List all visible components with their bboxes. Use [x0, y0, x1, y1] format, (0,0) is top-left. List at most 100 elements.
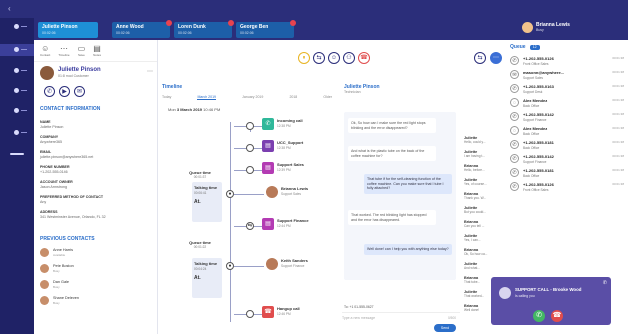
call-button[interactable]: ✆ — [44, 86, 55, 97]
rail-item-icon[interactable] — [14, 88, 19, 93]
more-options-icon[interactable]: ⋯ — [147, 68, 153, 75]
rail-item-icon[interactable] — [14, 130, 19, 135]
list-item[interactable]: Juliette And what... — [464, 262, 504, 270]
timeline-tab[interactable]: Today — [162, 95, 171, 100]
field-label: COMPANY — [40, 135, 59, 139]
toolbar-save[interactable]: ▭ Save — [78, 44, 86, 57]
avatar — [266, 186, 278, 198]
event-ucc-support[interactable]: ▤ UCC_Support 12:38 PM — [262, 140, 326, 154]
timeline-tab[interactable]: January 2019 — [242, 95, 263, 100]
rail-item-icon[interactable] — [14, 47, 19, 52]
toolbar-notes[interactable]: ▤ Notes — [93, 44, 101, 57]
timeline-tab[interactable]: 2018 — [289, 95, 297, 100]
user-profile[interactable]: Brianna Lewis Busy — [522, 22, 608, 33]
phone-icon: ✆ — [510, 140, 519, 149]
timeline-node — [246, 122, 254, 130]
contact-panel: ☺ Contact ⋯ Timeline ▭ Save ▤ Notes Juliette… — [34, 40, 158, 334]
incoming-call-popup: ✆ SUPPORT CALL - Brooke Wood Is calling … — [491, 277, 611, 325]
send-button[interactable]: Send — [434, 324, 456, 332]
timeline-tab[interactable]: March 2019 — [197, 95, 216, 100]
transfer-button[interactable]: ⇆ — [313, 52, 325, 64]
dialpad-button[interactable]: ⋯ — [490, 52, 502, 64]
chat-message: That tube if for the self-cleaning funct… — [364, 174, 452, 195]
queue-item[interactable]: ✆ +1-202-555-0142 Support Finance 00:01:38 — [510, 154, 626, 166]
queue-item[interactable]: ✆ +1-202-555-0126 Front Office Sales 00:01:… — [510, 56, 626, 68]
back-icon[interactable]: ‹ — [8, 4, 11, 13]
rail-item-icon[interactable] — [14, 68, 19, 73]
phone-icon: ✆ — [262, 118, 274, 130]
avatar — [40, 296, 49, 305]
left-rail — [0, 18, 34, 334]
swap-button[interactable]: ⇆ — [474, 52, 486, 64]
contact-toolbar: ☺ Contact ⋯ Timeline ▭ Save ▤ Notes — [34, 40, 157, 62]
queue-item[interactable]: ✆ +1-202-555-0181 Back Office 00:01:38 — [510, 168, 626, 180]
timeline-axis — [230, 122, 231, 322]
hangup-button[interactable]: ☎ — [358, 52, 370, 64]
field-label: PHONE NUMBER — [40, 165, 70, 169]
chat-message: And what is the plastic tube on the back… — [348, 146, 436, 162]
list-item[interactable]: Juliette Yes, of course... — [464, 178, 504, 186]
phone-icon: ✆ — [510, 112, 519, 121]
accept-call-button[interactable]: ✆ — [533, 310, 545, 322]
event-support-finance[interactable]: ▤ Support Finance 12:44 PM — [262, 218, 326, 232]
timeline-node — [246, 166, 254, 174]
queue-item[interactable]: ✆ +1-202-555-0163 Support Desk 00:01:38 — [510, 84, 626, 96]
video-button[interactable]: ▶ — [59, 86, 70, 97]
tab-george-ben[interactable]: George Ben 00:02:06 — [236, 20, 296, 38]
tab-loren-dunk[interactable]: Loren Dunk 00:02:06 — [174, 20, 234, 38]
queue-item[interactable]: ✆ +1-202-555-0142 Support Finance 00:01:38 — [510, 112, 626, 124]
chat-area: Ok, So how can I make sure the red light… — [344, 112, 456, 280]
event-incoming-call[interactable]: ✆ Incoming call 12:38 PM — [262, 118, 326, 132]
conference-button[interactable]: ⚇ — [343, 52, 355, 64]
phone-icon: ✆ — [510, 182, 519, 191]
hangup-icon: ☎ — [262, 306, 274, 318]
queue-item[interactable]: ✉ masonn@anywhere... Support Sales 00:01:38 — [510, 70, 626, 82]
message-input[interactable]: To: +1 01-555-0627 Type a new message 0/… — [342, 305, 460, 322]
rail-item-line — [21, 49, 27, 50]
toolbar-contact[interactable]: ☺ Contact — [40, 44, 50, 57]
transcript-header: Juliette Pinson Technician — [344, 84, 380, 94]
list-item[interactable]: Brianna Ok, So how ca... — [464, 248, 504, 256]
email-button[interactable]: ✉ — [74, 86, 85, 97]
toolbar-timeline[interactable]: ⋯ Timeline — [58, 44, 69, 57]
chat-icon: ◌ — [510, 126, 519, 135]
list-item[interactable]: Juliette Hello, could y... — [464, 136, 504, 144]
event-support-sales[interactable]: ▤ Support Sales 12:39 PM — [262, 162, 326, 176]
list-item[interactable]: Brianna Hello, before... — [464, 164, 504, 172]
tab-anne-wood[interactable]: Anne Wood 00:02:06 — [112, 20, 172, 38]
list-item[interactable]: Juliette Yes, I can... — [464, 234, 504, 242]
tab-juliette-pinson[interactable]: Juliette Pinson 00:02:06 — [38, 22, 98, 38]
call-status: Is calling you — [515, 294, 535, 298]
rail-item-line — [21, 70, 27, 71]
list-item[interactable]: Brianna Thank you. W... — [464, 192, 504, 200]
rail-item-icon[interactable] — [14, 24, 19, 29]
reject-call-button[interactable]: ☎ — [551, 310, 563, 322]
hold-button[interactable]: ⏸ — [298, 52, 310, 64]
consult-button[interactable]: ☺ — [328, 52, 340, 64]
rail-item-line — [21, 132, 27, 133]
field-value: Juliette Pinson — [40, 125, 64, 129]
queue-item[interactable]: ✆ +1-202-555-0126 Front Office Sales 00:01:… — [510, 182, 626, 194]
queue-item[interactable]: ◌ Alex Mendez Back Office 00:01:38 — [510, 126, 626, 138]
event-agent-keith[interactable]: Keith Sanders Support Finance — [266, 258, 330, 272]
list-item[interactable]: Brianna Can you tell ... — [464, 220, 504, 228]
rail-item-icon[interactable] — [14, 108, 19, 113]
field-label: ADDRESS — [40, 210, 58, 214]
queue-item[interactable]: ✆ +1-202-555-0181 Back Office 00:01:38 — [510, 140, 626, 152]
avatar — [40, 248, 49, 257]
rail-item-line — [21, 26, 27, 27]
list-item[interactable]: Juliette I am having t... — [464, 150, 504, 158]
more-icon[interactable] — [10, 153, 24, 155]
avatar — [266, 258, 278, 270]
email-icon: ✉ — [510, 70, 519, 79]
list-item[interactable]: Juliette But you could... — [464, 206, 504, 214]
phone-icon: ✆ — [510, 168, 519, 177]
phone-icon: ✆ — [602, 280, 607, 286]
queue-item[interactable]: ◌ Alex Mendez Back Office 00:01:38 — [510, 98, 626, 110]
timeline-tab[interactable]: Older — [323, 95, 332, 100]
event-hangup-call[interactable]: ☎ Hangup call 12:46 PM — [262, 306, 326, 320]
notification-badge — [290, 20, 296, 26]
event-agent-brianna[interactable]: Brianna Lewis Support Sales — [266, 186, 330, 200]
field-value: Jason Armstrong — [40, 185, 67, 189]
avatar — [499, 287, 511, 299]
